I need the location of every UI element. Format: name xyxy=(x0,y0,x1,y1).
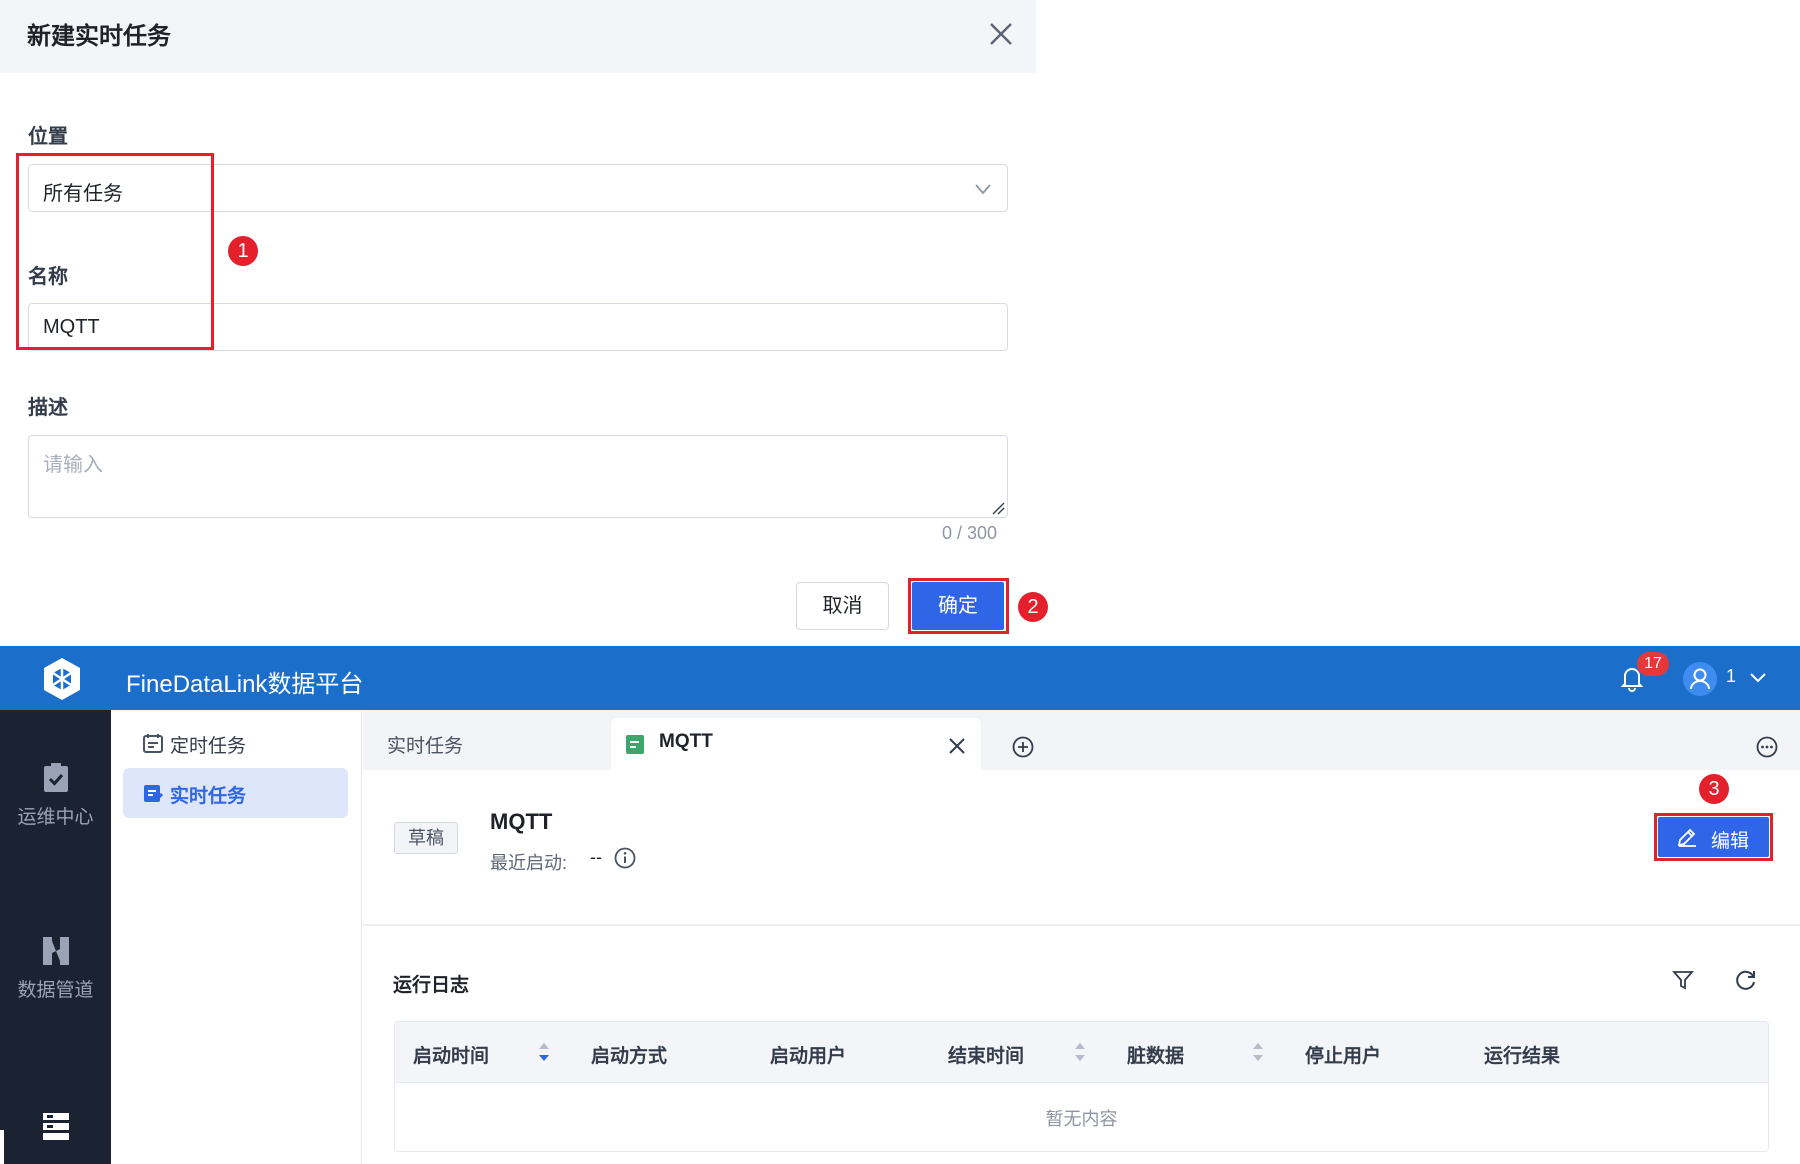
avatar[interactable] xyxy=(1683,662,1717,696)
user-name[interactable]: 1 xyxy=(1726,666,1736,687)
close-icon[interactable] xyxy=(986,19,1016,49)
recent-start-label: 最近启动: xyxy=(490,853,568,873)
column-header-end-time[interactable]: 结束时间 xyxy=(948,1041,1024,1068)
task-title: MQTT xyxy=(490,809,553,834)
location-label: 位置 xyxy=(28,126,68,148)
realtime-task-icon xyxy=(143,783,163,803)
dialog-title: 新建实时任务 xyxy=(27,23,171,50)
column-header-start-user: 启动用户 xyxy=(770,1046,847,1067)
run-log-table-header: 启动时间 启动方式 启动用户 结束时间 脏数据 停止用户 运行结果 xyxy=(394,1021,1769,1082)
server-icon xyxy=(42,1113,69,1140)
info-icon[interactable] xyxy=(614,847,636,869)
recent-start-value: -- xyxy=(590,847,602,867)
sidebar-item-scheduled-tasks[interactable]: 定时任务 xyxy=(123,718,348,768)
tab-label: MQTT xyxy=(659,731,713,752)
refresh-icon[interactable] xyxy=(1734,968,1758,992)
step-marker-3: 3 xyxy=(1699,774,1729,804)
column-header-dirty-data[interactable]: 脏数据 xyxy=(1127,1041,1184,1068)
nav-item-resource[interactable] xyxy=(0,1110,111,1142)
description-char-counter: 0 / 300 xyxy=(942,523,998,543)
column-header-start-time[interactable]: 启动时间 xyxy=(413,1041,489,1068)
top-bar: FineDataLink数据平台 17 1 xyxy=(0,646,1800,710)
nav-item-data-pipeline[interactable]: 数据管道 xyxy=(0,935,111,1002)
tab-mqtt[interactable]: MQTT xyxy=(611,718,981,770)
nav-active-indicator xyxy=(0,1130,4,1164)
run-log-table-body: 暂无内容 xyxy=(394,1082,1769,1152)
realtime-task-icon xyxy=(625,733,647,755)
tab-label: 实时任务 xyxy=(387,736,464,757)
finedatalink-app: FineDataLink数据平台 17 1 运维中心 数据管道 定时任务 实时任… xyxy=(0,646,1800,1164)
column-header-stop-user: 停止用户 xyxy=(1305,1046,1382,1067)
clipboard-check-icon xyxy=(43,763,68,792)
add-tab-icon[interactable] xyxy=(1012,736,1034,758)
chevron-down-icon xyxy=(973,179,993,199)
section-divider xyxy=(363,924,1800,926)
dialog-header: 新建实时任务 xyxy=(0,0,1036,73)
pipeline-icon xyxy=(42,937,69,965)
close-icon[interactable] xyxy=(948,737,966,755)
status-badge: 草稿 xyxy=(394,822,458,854)
description-label: 描述 xyxy=(28,397,68,419)
nav-item-label: 运维中心 xyxy=(17,807,94,828)
tab-bar: 实时任务 MQTT xyxy=(363,710,1800,770)
nav-item-ops-center[interactable]: 运维中心 xyxy=(0,762,111,829)
filter-icon[interactable] xyxy=(1672,969,1694,991)
highlight-box-confirm xyxy=(908,578,1009,634)
chevron-down-icon[interactable] xyxy=(1748,670,1768,686)
app-logo-icon xyxy=(38,655,86,703)
sort-icon[interactable] xyxy=(1251,1040,1265,1064)
left-nav: 运维中心 数据管道 xyxy=(0,710,111,1164)
calendar-task-icon xyxy=(143,733,163,753)
empty-state-text: 暂无内容 xyxy=(1045,1109,1118,1129)
column-header-run-result: 运行结果 xyxy=(1484,1046,1561,1067)
column-header-start-method: 启动方式 xyxy=(591,1046,668,1067)
sidebar-item-label: 实时任务 xyxy=(170,786,247,807)
highlight-box-fields xyxy=(16,153,214,350)
resize-handle-icon[interactable] xyxy=(991,501,1005,515)
step-marker-2: 2 xyxy=(1018,592,1048,622)
app-title: FineDataLink数据平台 xyxy=(126,671,364,698)
notification-badge: 17 xyxy=(1637,652,1669,676)
task-sidebar: 定时任务 实时任务 xyxy=(111,710,362,1164)
tab-realtime-tasks[interactable]: 实时任务 xyxy=(363,718,608,770)
description-textarea[interactable]: 请输入 xyxy=(28,435,1008,518)
highlight-box-edit xyxy=(1654,813,1773,861)
description-placeholder: 请输入 xyxy=(43,454,103,476)
new-realtime-task-dialog: 新建实时任务 位置 所有任务 名称 MQTT 描述 请输入 0 / 300 取消… xyxy=(0,0,1048,645)
sort-icon[interactable] xyxy=(537,1040,551,1064)
step-marker-1: 1 xyxy=(228,236,258,266)
more-options-icon[interactable] xyxy=(1756,736,1778,758)
sort-icon[interactable] xyxy=(1073,1040,1087,1064)
nav-item-label: 数据管道 xyxy=(17,980,94,1001)
sidebar-item-label: 定时任务 xyxy=(170,736,247,757)
run-log-title: 运行日志 xyxy=(393,975,470,996)
cancel-button[interactable]: 取消 xyxy=(796,582,889,630)
sidebar-item-realtime-tasks[interactable]: 实时任务 xyxy=(123,768,348,818)
